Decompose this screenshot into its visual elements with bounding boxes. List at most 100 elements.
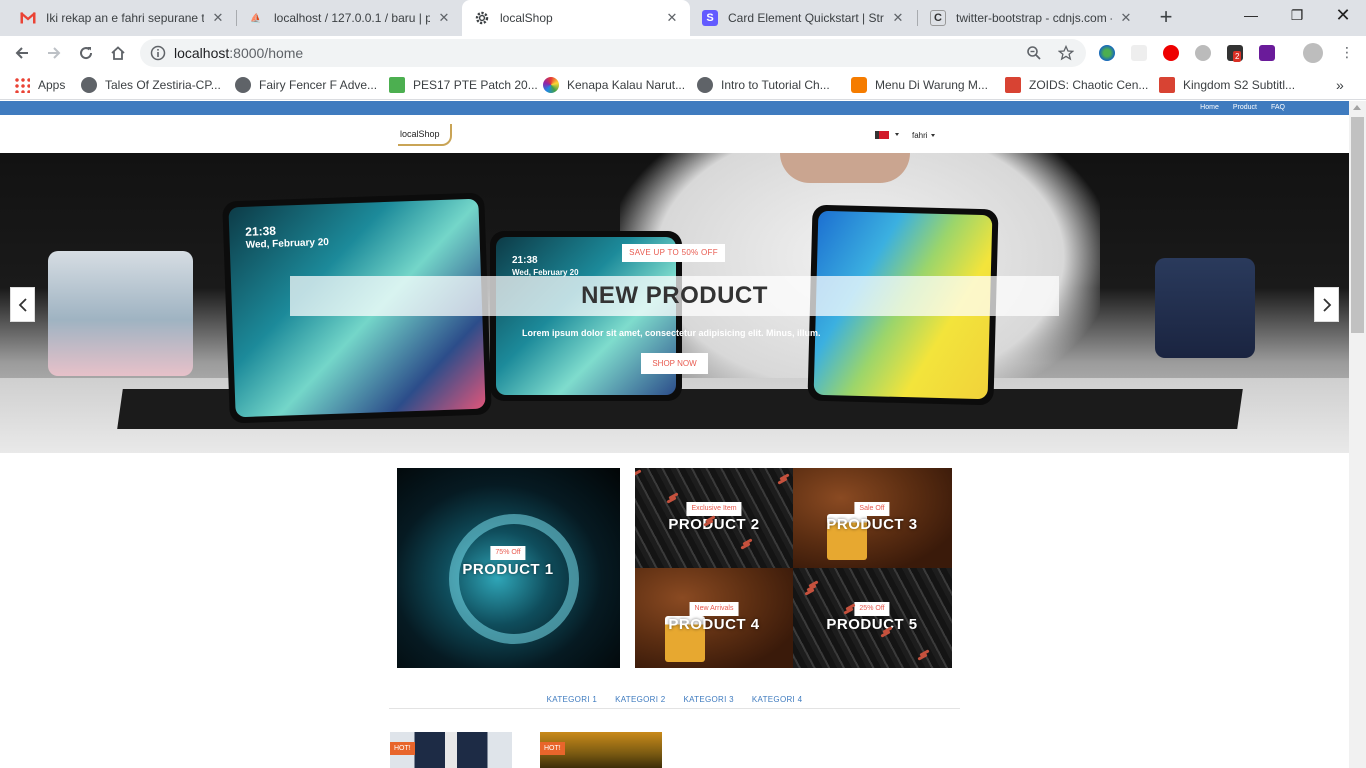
address-bar[interactable]: localhost:8000/home [140,39,1086,67]
tab-kategori-3[interactable]: KATEGORI 3 [684,695,734,708]
user-menu[interactable]: fahri [912,131,935,140]
profile-avatar-icon[interactable] [1303,43,1323,63]
page-viewport: Home Product FAQ localShop fahri 21:38 W… [0,101,1349,768]
bookmark-label: Menu Di Warung M... [875,78,988,92]
more-bookmarks-icon[interactable]: » [1336,76,1344,94]
product-badge: Sale Off [854,502,890,516]
product-card-2[interactable]: Exclusive Item PRODUCT 2 [635,468,793,568]
close-icon[interactable]: ✕ [436,10,452,26]
scrollbar-thumb[interactable] [1351,117,1364,333]
minimize-window-button[interactable]: — [1228,0,1274,30]
reload-button[interactable] [73,40,99,66]
product-thumbnail[interactable]: HOT! [540,732,662,768]
user-name: fahri [912,131,928,140]
new-tab-button[interactable]: + [1154,6,1178,30]
back-button[interactable] [9,40,35,66]
extension-dark-icon[interactable]: 2 [1227,45,1243,62]
close-icon[interactable]: ✕ [210,10,226,26]
nav-link-home[interactable]: Home [1200,104,1219,111]
extension-blank-icon[interactable] [1131,45,1147,61]
product-card-5[interactable]: 25% Off PRODUCT 5 [793,568,952,668]
forward-button[interactable] [41,40,67,66]
product-name: PRODUCT 3 [826,516,918,533]
shop-now-button[interactable]: SHOP NOW [641,353,708,374]
product-thumbnail[interactable]: HOT! [390,732,512,768]
flag-icon [879,131,889,139]
bookmark-item[interactable]: ZOIDS: Chaotic Cen... [1005,76,1148,94]
background-phone-left [48,251,193,376]
browser-tab-strip: Iki rekap an e fahri sepurane te ✕ ⛵ loc… [0,0,1366,36]
menu-dots-icon[interactable]: ⋮ [1340,44,1354,60]
carousel-next-button[interactable] [1314,287,1339,322]
chevron-left-icon [18,297,27,312]
bookmark-item[interactable]: Menu Di Warung M... [851,76,988,94]
product-card-1[interactable]: 75% Off PRODUCT 1 [397,468,620,668]
home-icon [111,46,125,60]
bookmark-apps[interactable]: Apps [14,76,65,94]
site-logo[interactable]: localShop [398,124,452,146]
chevron-down-icon [895,133,899,136]
bookmark-item[interactable]: Intro to Tutorial Ch... [697,76,830,94]
tab-title: Card Element Quickstart | Strip [728,11,884,25]
browser-tab-localshop[interactable]: localShop ✕ [462,0,690,36]
zoom-icon[interactable] [1026,45,1042,61]
product-card-3[interactable]: Sale Off PRODUCT 3 [793,468,952,568]
globe-icon [81,77,97,93]
extension-opera-icon[interactable] [1163,45,1179,61]
extension-globe-icon[interactable] [1099,45,1115,61]
tab-title: twitter-bootstrap - cdnjs.com - [956,11,1112,25]
globe-icon [235,77,251,93]
bookmark-item[interactable]: Fairy Fencer F Adve... [235,76,377,94]
product-badge: Exclusive Item [686,502,742,516]
bookmark-item[interactable]: Kenapa Kalau Narut... [543,76,685,94]
bookmark-star-icon[interactable] [1058,45,1074,61]
home-button[interactable] [105,40,131,66]
bookmark-item[interactable]: Tales Of Zestiria-CP... [81,76,221,94]
maximize-window-button[interactable]: ❐ [1274,0,1320,30]
globe-icon [697,77,713,93]
hero-description: Lorem ipsum dolor sit amet, consectetur … [522,328,821,338]
browser-tab-cdnjs[interactable]: C twitter-bootstrap - cdnjs.com - ✕ [918,0,1144,36]
product-name: PRODUCT 1 [462,561,554,578]
info-icon [150,45,166,61]
nav-link-faq[interactable]: FAQ [1271,104,1285,111]
carousel-prev-button[interactable] [10,287,35,322]
bookmark-label: Apps [38,78,66,92]
page-scrollbar[interactable] [1349,101,1366,768]
close-icon[interactable]: ✕ [1118,10,1134,26]
bookmark-item[interactable]: Kingdom S2 Subtitl... [1159,76,1295,94]
tab-kategori-2[interactable]: KATEGORI 2 [615,695,665,708]
browser-tab-stripe[interactable]: S Card Element Quickstart | Strip ✕ [690,0,916,36]
play-arrow-icon [1005,77,1021,93]
bookmark-label: Intro to Tutorial Ch... [721,78,830,92]
blogger-icon [851,77,867,93]
cdnjs-icon: C [930,10,946,26]
tab-title: Iki rekap an e fahri sepurane te [46,11,204,25]
back-arrow-icon [15,47,28,59]
nav-link-product[interactable]: Product [1233,104,1257,111]
bookmark-item[interactable]: PES17 PTE Patch 20... [389,76,538,94]
hero-title: NEW PRODUCT [581,282,768,309]
language-selector[interactable] [875,131,899,139]
close-window-button[interactable]: ✕ [1320,0,1366,30]
tab-kategori-1[interactable]: KATEGORI 1 [547,695,597,708]
url-text: localhost:8000/home [174,45,304,61]
hero-background-face [780,153,910,183]
patch-icon [389,77,405,93]
close-icon[interactable]: ✕ [890,10,906,26]
chevron-right-icon [1322,297,1331,312]
extension-gray-globe-icon[interactable] [1195,45,1211,61]
tab-kategori-4[interactable]: KATEGORI 4 [752,695,802,708]
product-card-4[interactable]: New Arrivals PRODUCT 4 [635,568,793,668]
browser-tab-phpmyadmin[interactable]: ⛵ localhost / 127.0.0.1 / baru | ph ✕ [236,0,462,36]
forward-arrow-icon [48,47,61,59]
stripe-icon: S [702,10,718,26]
top-nav: Home Product FAQ [1200,104,1285,111]
extension-purple-icon[interactable] [1259,45,1275,61]
bullet-tip [635,469,642,477]
bookmark-label: Fairy Fencer F Adve... [259,78,378,92]
scroll-up-icon[interactable] [1353,105,1361,110]
close-icon[interactable]: ✕ [664,10,680,26]
bookmark-label: ZOIDS: Chaotic Cen... [1029,78,1149,92]
browser-tab-gmail[interactable]: Iki rekap an e fahri sepurane te ✕ [8,0,236,36]
